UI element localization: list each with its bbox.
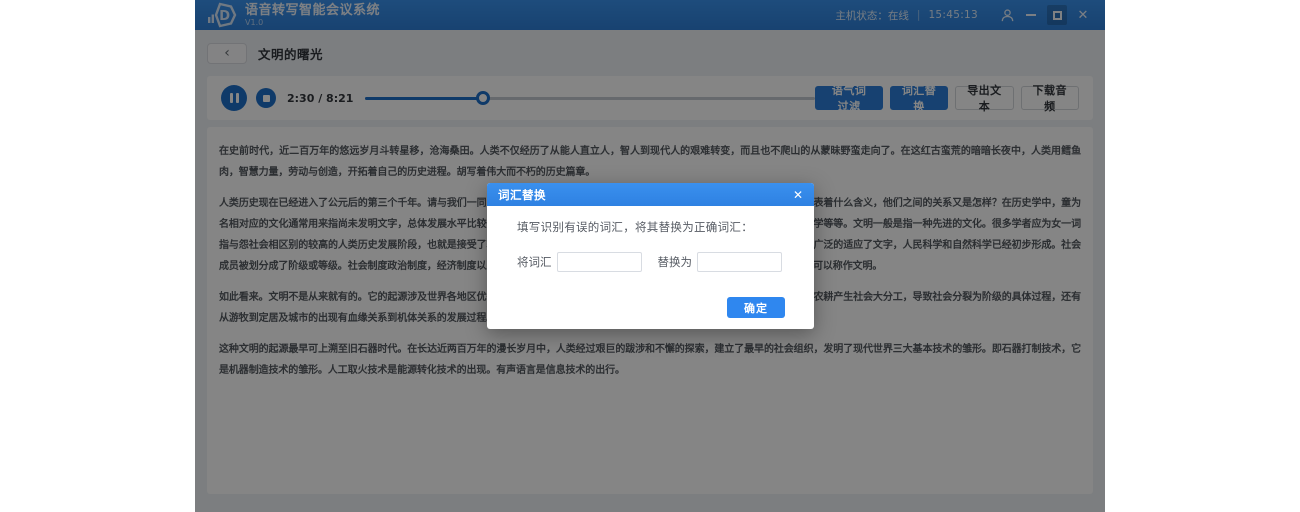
- dialog-close-button[interactable]: ✕: [793, 189, 803, 201]
- from-word-label: 将词汇: [517, 254, 552, 270]
- to-word-input[interactable]: [697, 252, 782, 272]
- dialog-title: 词汇替换: [498, 187, 546, 203]
- app-window: D 语音转写智能会议系统 V1.0 主机状态：在线 | 15:45:13 ✕ ‹: [195, 0, 1105, 512]
- dialog-instruction: 填写识别有误的词汇，将其替换为正确词汇：: [517, 219, 785, 235]
- dialog-titlebar: 词汇替换 ✕: [487, 183, 814, 206]
- replace-dialog: 词汇替换 ✕ 填写识别有误的词汇，将其替换为正确词汇： 将词汇 替换为 确定: [487, 183, 814, 329]
- dialog-form: 将词汇 替换为: [517, 252, 785, 272]
- to-word-label: 替换为: [658, 254, 693, 270]
- confirm-button[interactable]: 确定: [727, 297, 785, 318]
- from-word-input[interactable]: [557, 252, 642, 272]
- dialog-close-icon: ✕: [793, 188, 803, 202]
